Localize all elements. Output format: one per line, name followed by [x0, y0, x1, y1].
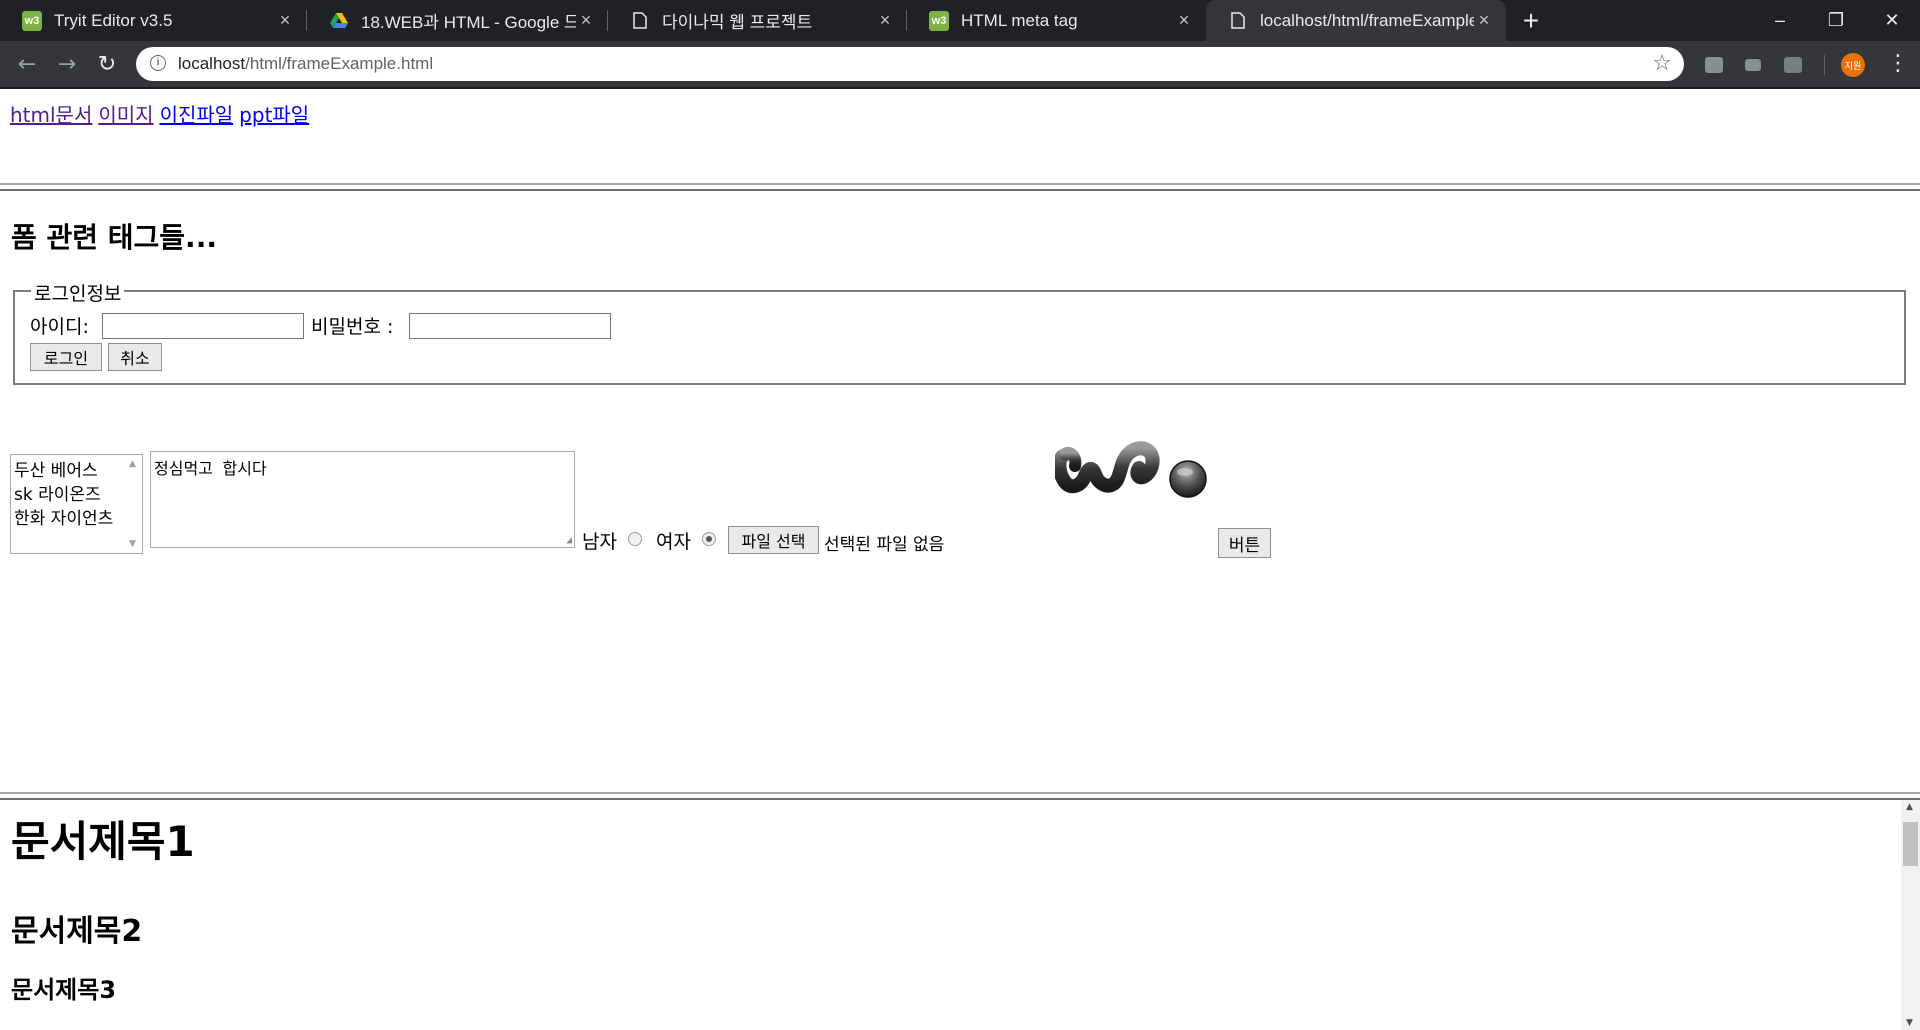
- document-scrollbar[interactable]: ▲ ▼: [1901, 800, 1920, 1030]
- frame-border[interactable]: [0, 792, 1920, 800]
- scroll-down-icon[interactable]: ▼: [1906, 1018, 1913, 1028]
- resize-grip-icon[interactable]: ◢: [566, 535, 572, 546]
- more-menu-icon[interactable]: ⋮: [1887, 50, 1909, 78]
- close-tab-icon[interactable]: ×: [275, 10, 295, 31]
- login-button[interactable]: 로그인: [30, 343, 102, 371]
- page-icon: [630, 11, 650, 31]
- scroll-up-icon[interactable]: ▲: [129, 459, 136, 469]
- restore-button[interactable]: ❐: [1808, 0, 1864, 41]
- bookmark-star-icon[interactable]: ☆: [1652, 47, 1672, 81]
- textarea-value: 정심먹고 합시다: [154, 459, 267, 478]
- url-host: localhost: [178, 54, 246, 73]
- document-frame: 문서제목1 문서제목2 문서제목3 ▲ ▼: [0, 800, 1920, 1030]
- radio-male-label: 남자: [582, 531, 617, 553]
- password-label: 비밀번호 :: [311, 316, 394, 338]
- close-tab-icon[interactable]: ×: [875, 10, 895, 31]
- walkman-logo-image: [1052, 428, 1207, 508]
- toolbar-divider: [1824, 55, 1825, 75]
- id-input[interactable]: [102, 313, 304, 339]
- list-option[interactable]: 한화 자이언츠: [14, 504, 113, 529]
- document-title-2: 문서제목2: [11, 914, 143, 949]
- radio-female[interactable]: [702, 532, 716, 546]
- browser-toolbar: ← → ↻ i localhost/html/frameExample.html…: [0, 41, 1920, 87]
- scrollbar-thumb[interactable]: [1903, 822, 1918, 866]
- login-fieldset: 로그인정보 아이디: 비밀번호 : 로그인 취소: [13, 279, 1906, 385]
- extension-mail-icon[interactable]: [1745, 59, 1761, 71]
- generic-button[interactable]: 버튼: [1218, 528, 1271, 558]
- tab-tryit-editor[interactable]: w3 Tryit Editor v3.5 ×: [0, 0, 307, 41]
- info-icon[interactable]: i: [150, 55, 166, 71]
- back-button[interactable]: ←: [11, 48, 43, 80]
- pdf-extension-icon[interactable]: [1784, 57, 1802, 73]
- link-image[interactable]: 이미지: [98, 103, 153, 127]
- close-tab-icon[interactable]: ×: [1474, 10, 1494, 31]
- close-tab-icon[interactable]: ×: [1174, 10, 1194, 31]
- password-input[interactable]: [409, 313, 611, 339]
- message-textarea[interactable]: 정심먹고 합시다 ◢: [150, 451, 575, 548]
- list-scrollbar[interactable]: ▲ ▼: [125, 455, 142, 553]
- file-choose-button[interactable]: 파일 선택: [728, 526, 819, 554]
- radio-male[interactable]: [628, 532, 642, 546]
- radio-female-label: 여자: [656, 531, 691, 553]
- reload-button[interactable]: ↻: [91, 48, 123, 80]
- close-tab-icon[interactable]: ×: [576, 10, 596, 31]
- team-select-list[interactable]: 두산 베어스 sk 라이온즈 한화 자이언츠 ▲ ▼: [10, 454, 143, 554]
- profile-avatar[interactable]: 지원: [1841, 53, 1865, 77]
- file-status-text: 선택된 파일 없음: [824, 535, 945, 555]
- url-text[interactable]: localhost/html/frameExample.html: [178, 47, 433, 81]
- tab-title: 다이나믹 웹 프로젝트: [662, 13, 813, 32]
- drive-icon: [329, 11, 349, 31]
- address-bar[interactable]: i localhost/html/frameExample.html ☆: [136, 47, 1684, 81]
- nav-links: html문서 이미지 이진파일 ppt파일: [10, 99, 315, 128]
- form-frame: 폼 관련 태그들... 로그인정보 아이디: 비밀번호 : 로그인 취소 두산 …: [0, 191, 1920, 792]
- new-tab-button[interactable]: +: [1516, 5, 1546, 36]
- frame-border[interactable]: [0, 183, 1920, 191]
- list-option[interactable]: sk 라이온즈: [14, 480, 101, 505]
- link-html-document[interactable]: html문서: [10, 103, 92, 127]
- form-section-title: 폼 관련 태그들...: [11, 221, 217, 254]
- close-window-button[interactable]: ✕: [1864, 0, 1920, 41]
- tab-strip: w3 Tryit Editor v3.5 × 18.WEB과 HTML - Go…: [0, 0, 1920, 41]
- top-frame: html문서 이미지 이진파일 ppt파일: [0, 89, 1920, 183]
- tab-title: HTML meta tag: [961, 10, 1078, 30]
- fieldset-legend: 로그인정보: [31, 279, 125, 306]
- url-path: /html/frameExample.html: [245, 54, 434, 73]
- extension-icon[interactable]: [1705, 57, 1723, 73]
- tab-frame-example[interactable]: localhost/html/frameExample.html ×: [1206, 0, 1506, 41]
- scroll-up-icon[interactable]: ▲: [1906, 802, 1913, 812]
- tab-title: Tryit Editor v3.5: [54, 10, 173, 30]
- tab-title: 18.WEB과 HTML - Google 드라이: [361, 13, 576, 32]
- tab-dynamic-web[interactable]: 다이나믹 웹 프로젝트 ×: [608, 0, 907, 41]
- scroll-down-icon[interactable]: ▼: [129, 539, 136, 549]
- w3-icon: w3: [22, 10, 42, 31]
- link-binary-file[interactable]: 이진파일: [160, 103, 234, 127]
- tab-html-meta-tag[interactable]: w3 HTML meta tag ×: [907, 0, 1206, 41]
- minimize-button[interactable]: –: [1752, 0, 1808, 41]
- document-title-3: 문서제목3: [11, 976, 117, 1004]
- list-option[interactable]: 두산 베어스: [14, 456, 98, 481]
- tab-title: localhost/html/frameExample.html: [1260, 10, 1474, 30]
- cancel-button[interactable]: 취소: [108, 343, 162, 371]
- id-label: 아이디:: [30, 316, 89, 338]
- page-icon: [1228, 11, 1248, 31]
- forward-button[interactable]: →: [51, 48, 83, 80]
- link-ppt-file[interactable]: ppt파일: [239, 103, 309, 127]
- w3-icon: w3: [929, 10, 949, 31]
- tab-google-drive[interactable]: 18.WEB과 HTML - Google 드라이 ×: [307, 0, 608, 41]
